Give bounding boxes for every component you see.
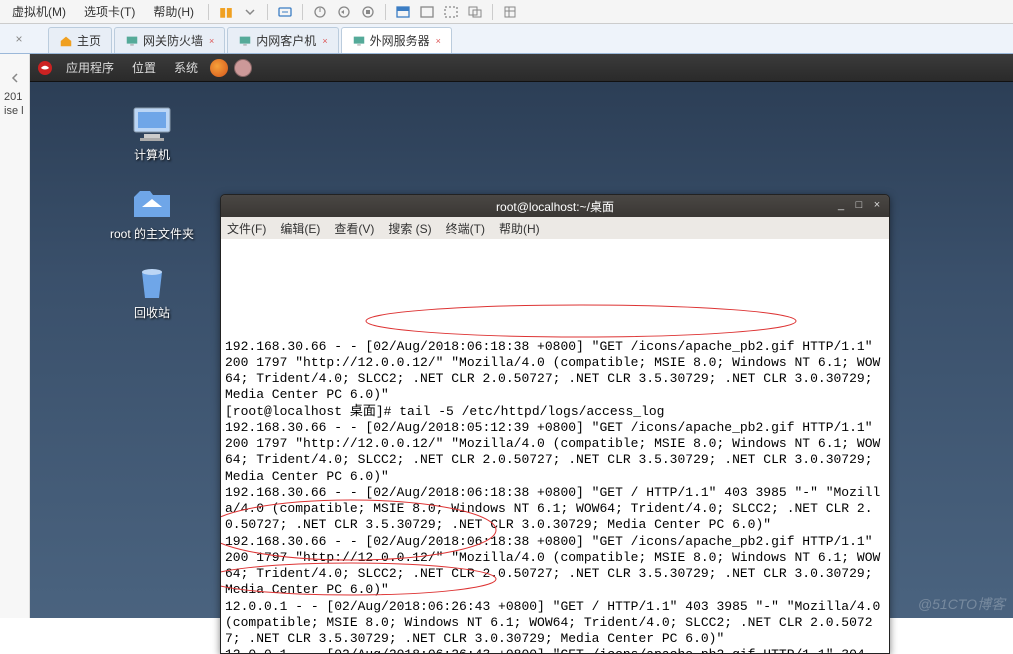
terminal-line: 192.168.30.66 - - [02/Aug/2018:06:18:38 … [225,534,885,599]
term-menu-help[interactable]: 帮助(H) [499,220,540,237]
panel-apps[interactable]: 应用程序 [60,59,120,76]
dropdown-icon[interactable] [239,1,261,23]
unity-icon[interactable] [464,1,486,23]
icon-label: root 的主文件夹 [110,225,194,242]
collapse-icon[interactable] [7,70,23,86]
fit-window-icon[interactable] [416,1,438,23]
snapshot-revert-icon[interactable] [333,1,355,23]
terminal-titlebar[interactable]: root@localhost:~/桌面 _ □ × [221,195,889,217]
terminal-body[interactable]: 192.168.30.66 - - [02/Aug/2018:06:18:38 … [221,239,889,653]
send-cad-icon[interactable] [274,1,296,23]
terminal-line: 192.168.30.66 - - [02/Aug/2018:06:18:38 … [225,485,885,534]
terminal-menubar: 文件(F) 编辑(E) 查看(V) 搜索 (S) 终端(T) 帮助(H) [221,217,889,239]
separator [385,4,386,20]
term-menu-view[interactable]: 查看(V) [334,220,374,237]
icon-label: 计算机 [134,146,170,163]
trash-icon[interactable]: 回收站 [128,262,176,321]
monitor-icon [125,34,139,48]
snapshot-icon[interactable] [309,1,331,23]
maximize-icon[interactable]: □ [851,197,867,213]
close-icon[interactable]: × [10,30,28,48]
host-truncated-text: 201 ise l [0,90,29,119]
close-icon[interactable]: × [436,36,441,46]
tab-label: 网关防火墙 [143,32,203,49]
term-menu-file[interactable]: 文件(F) [227,220,266,237]
watermark: @51CTO博客 [918,594,1005,614]
term-menu-search[interactable]: 搜索 (S) [388,220,431,237]
snapshot-manage-icon[interactable] [357,1,379,23]
close-icon[interactable]: × [869,197,885,213]
computer-icon[interactable]: 计算机 [128,104,176,163]
monitor-icon [352,34,366,48]
minimize-icon[interactable]: _ [833,197,849,213]
menu-tabs[interactable]: 选项卡(T) [76,1,143,22]
guest-desktop: 应用程序 位置 系统 计算机 root 的主文件夹 回收站 root@local… [30,54,1013,618]
fullscreen-icon[interactable] [440,1,462,23]
tab-client[interactable]: 内网客户机 × [227,27,338,53]
home-folder-icon[interactable]: root 的主文件夹 [110,183,194,242]
home-icon [59,34,73,48]
file-manager-icon[interactable] [234,59,252,77]
terminal-line: 192.168.30.66 - - [02/Aug/2018:05:12:39 … [225,420,885,485]
terminal-title-text: root@localhost:~/桌面 [496,198,614,215]
tab-firewall[interactable]: 网关防火墙 × [114,27,225,53]
firefox-icon[interactable] [210,59,228,77]
panel-system[interactable]: 系统 [168,59,204,76]
monitor-icon [238,34,252,48]
term-menu-terminal[interactable]: 终端(T) [446,220,485,237]
tab-server[interactable]: 外网服务器 × [341,27,452,53]
host-menubar: 虚拟机(M) 选项卡(T) 帮助(H) ▮▮ [0,0,1013,24]
tab-home[interactable]: 主页 [48,27,112,53]
annotation-ellipse [361,301,801,341]
separator [302,4,303,20]
terminal-line: 192.168.30.66 - - [02/Aug/2018:06:18:38 … [225,339,885,404]
close-icon[interactable]: × [209,36,214,46]
pause-icon[interactable]: ▮▮ [215,1,237,23]
close-icon[interactable]: × [322,36,327,46]
tab-label: 主页 [77,32,101,49]
menu-help[interactable]: 帮助(H) [145,1,202,22]
panel-places[interactable]: 位置 [126,59,162,76]
gnome-top-panel: 应用程序 位置 系统 [30,54,1013,82]
separator [267,4,268,20]
menu-vm[interactable]: 虚拟机(M) [4,1,74,22]
separator [492,4,493,20]
vm-tabs-bar: × 主页 网关防火墙 × 内网客户机 × 外网服务器 × [0,24,1013,54]
terminal-line: [root@localhost 桌面]# tail -5 /etc/httpd/… [225,404,885,420]
library-icon[interactable] [499,1,521,23]
redhat-icon [36,59,54,77]
desktop-icons: 计算机 root 的主文件夹 回收站 [110,104,194,321]
tab-label: 外网服务器 [370,32,430,49]
terminal-line: 12.0.0.1 - - [02/Aug/2018:06:26:43 +0800… [225,599,885,648]
term-menu-edit[interactable]: 编辑(E) [280,220,320,237]
tab-label: 内网客户机 [256,32,316,49]
icon-label: 回收站 [134,304,170,321]
separator [208,4,209,20]
terminal-line: 12.0.0.1 - - [02/Aug/2018:06:26:43 +0800… [225,647,885,653]
fit-guest-icon[interactable] [392,1,414,23]
host-side-panel: 201 ise l [0,24,30,618]
terminal-window: root@localhost:~/桌面 _ □ × 文件(F) 编辑(E) 查看… [220,194,890,654]
